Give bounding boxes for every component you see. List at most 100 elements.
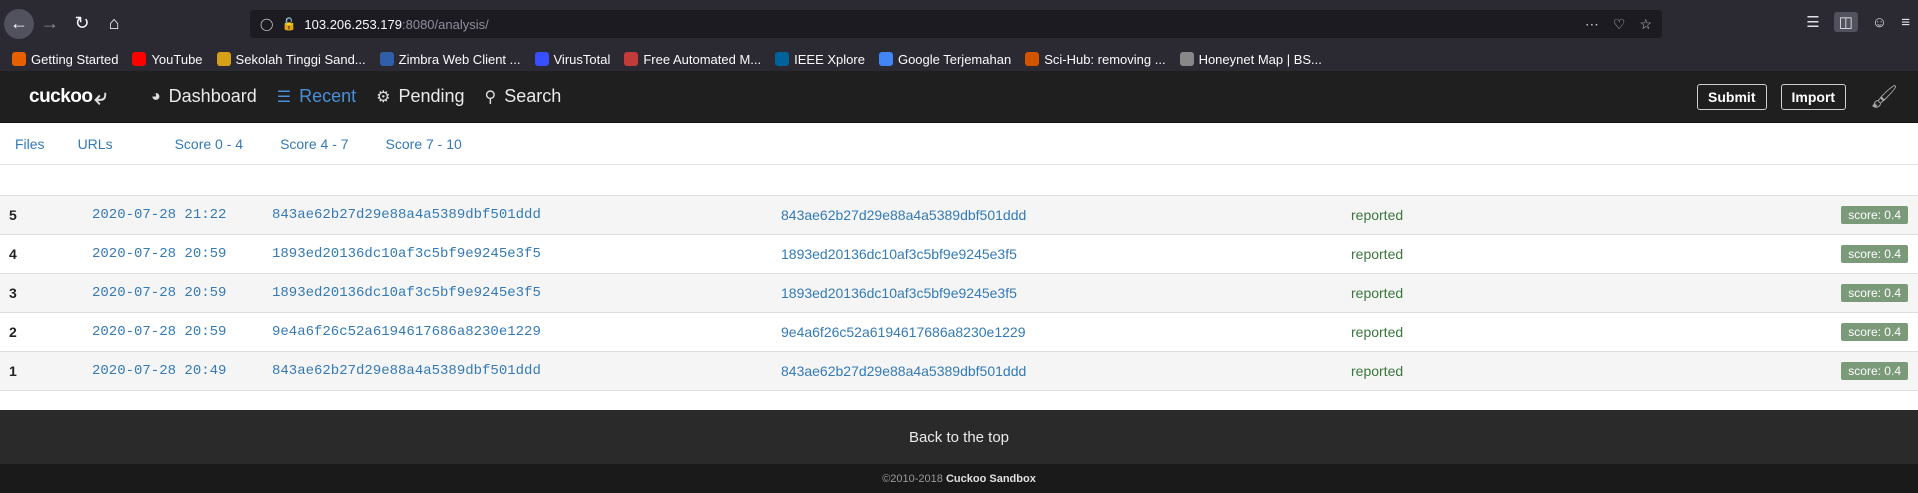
bookmark-favicon-icon bbox=[624, 52, 639, 66]
nav-label: Dashboard bbox=[168, 86, 257, 106]
row-target-link[interactable]: 1893ed20136dc10af3c5bf9e9245e3f5 bbox=[781, 285, 1017, 301]
list-icon: ☰ bbox=[276, 88, 292, 106]
bookmark-label: IEEE Xplore bbox=[794, 51, 865, 67]
bookmark-favicon-icon bbox=[1179, 52, 1194, 66]
bookmark-label: Sci-Hub: removing ... bbox=[1044, 51, 1166, 67]
table-row[interactable]: 5 2020-07-28 21:22 843ae62b27d29e88a4a5389… bbox=[0, 196, 1918, 235]
row-md5-link[interactable]: 1893ed20136dc10af3c5bf9e9245e3f5 bbox=[272, 285, 541, 301]
table-row[interactable]: 4 2020-07-28 20:59 1893ed20136dc10af3c5bf9… bbox=[0, 235, 1918, 274]
pocket-icon[interactable]: ♡ bbox=[1613, 16, 1626, 33]
row-status: reported bbox=[1351, 285, 1404, 301]
row-target-link[interactable]: 843ae62b27d29e88a4a5389dbf501ddd bbox=[781, 207, 1026, 223]
url-bar[interactable]: ◯ 🔓 103.206.253.179:8080/analysis/ ⋯ ♡ ☆ bbox=[250, 10, 1662, 38]
bookmark-item[interactable]: YouTube bbox=[132, 51, 203, 67]
insecure-lock-icon[interactable]: 🔓 bbox=[281, 17, 296, 31]
bookmark-item[interactable]: Sci-Hub: removing ... bbox=[1025, 51, 1166, 67]
bookmark-item[interactable]: Free Automated M... bbox=[624, 52, 761, 67]
row-status: reported bbox=[1351, 363, 1404, 379]
home-icon[interactable]: ⌂ bbox=[98, 8, 130, 40]
bookmark-label: YouTube bbox=[151, 51, 203, 67]
back-arrow-icon[interactable]: ← bbox=[4, 8, 34, 39]
sidebar-icon[interactable]: ◫ bbox=[1833, 12, 1858, 32]
filter-score-0-4[interactable]: Score 0 - 4 bbox=[175, 136, 243, 152]
table-row[interactable]: 3 2020-07-28 20:59 1893ed20136dc10af3c5bf9… bbox=[0, 274, 1918, 313]
score-badge: score: 0.4 bbox=[1841, 362, 1908, 380]
app-navbar: cuckoo ⤶ ◕ Dashboard ☰ Recent ⚙ Pending ⚲ Sea… bbox=[0, 71, 1918, 123]
reload-icon[interactable]: ↻ bbox=[66, 8, 98, 40]
bookmark-item[interactable]: Getting Started bbox=[12, 52, 118, 67]
account-icon[interactable]: ☺ bbox=[1872, 14, 1887, 31]
bookmark-item[interactable]: Honeynet Map | BS... bbox=[1179, 51, 1322, 67]
menu-icon[interactable]: ≡ bbox=[1901, 14, 1910, 31]
bird-icon: ⤶ bbox=[94, 83, 107, 109]
table-row[interactable]: 1 2020-07-28 20:49 843ae62b27d29e88a4a5389… bbox=[0, 352, 1918, 391]
row-md5-link[interactable]: 843ae62b27d29e88a4a5389dbf501ddd bbox=[272, 363, 541, 379]
nav-label: Pending bbox=[398, 86, 465, 106]
row-target-link[interactable]: 843ae62b27d29e88a4a5389dbf501ddd bbox=[781, 363, 1026, 379]
bookmark-label: Getting Started bbox=[31, 51, 119, 67]
bookmark-star-icon[interactable]: ☆ bbox=[1639, 16, 1652, 33]
nav-search[interactable]: ⚲ Search bbox=[485, 86, 562, 107]
row-date-link[interactable]: 2020-07-28 20:59 bbox=[92, 246, 226, 262]
bookmark-item[interactable]: IEEE Xplore bbox=[775, 52, 865, 67]
nav-dashboard[interactable]: ◕ Dashboard bbox=[151, 86, 257, 107]
score-badge: score: 0.4 bbox=[1841, 245, 1908, 263]
filter-urls[interactable]: URLs bbox=[78, 136, 113, 152]
nav-recent[interactable]: ☰ Recent bbox=[277, 86, 356, 107]
row-date-link[interactable]: 2020-07-28 20:49 bbox=[92, 363, 226, 379]
nav-pending[interactable]: ⚙ Pending bbox=[376, 86, 464, 107]
filter-score-4-7[interactable]: Score 4 - 7 bbox=[280, 136, 348, 152]
row-md5-link[interactable]: 843ae62b27d29e88a4a5389dbf501ddd bbox=[272, 207, 541, 223]
row-id: 4 bbox=[9, 246, 17, 262]
nav-label: Search bbox=[504, 86, 562, 106]
bookmark-item[interactable]: VirusTotal bbox=[534, 51, 611, 67]
submit-button[interactable]: Submit bbox=[1697, 84, 1767, 110]
copyright-brand: Cuckoo Sandbox bbox=[945, 472, 1036, 485]
filter-files[interactable]: Files bbox=[15, 136, 45, 152]
import-button[interactable]: Import bbox=[1780, 84, 1847, 110]
bookmark-favicon-icon bbox=[775, 52, 790, 66]
row-id: 1 bbox=[9, 363, 17, 379]
dashboard-icon: ◕ bbox=[151, 87, 161, 105]
row-date-link[interactable]: 2020-07-28 21:22 bbox=[92, 207, 226, 223]
row-target-link[interactable]: 9e4a6f26c52a6194617686a8230e1229 bbox=[781, 324, 1025, 340]
bookmark-label: VirusTotal bbox=[553, 51, 611, 67]
bookmark-item[interactable]: Google Terjemahan bbox=[878, 51, 1012, 67]
table-row[interactable]: 2 2020-07-28 20:59 9e4a6f26c52a6194617686a… bbox=[0, 313, 1918, 352]
filter-score-7-10[interactable]: Score 7 - 10 bbox=[386, 136, 462, 152]
row-date-link[interactable]: 2020-07-28 20:59 bbox=[92, 285, 226, 301]
row-md5-link[interactable]: 1893ed20136dc10af3c5bf9e9245e3f5 bbox=[272, 246, 541, 262]
library-icon[interactable]: ☰ bbox=[1806, 13, 1819, 31]
url-text[interactable]: 103.206.253.179:8080/analysis/ bbox=[304, 17, 488, 32]
row-md5-link[interactable]: 9e4a6f26c52a6194617686a8230e1229 bbox=[272, 324, 541, 340]
table-header-spacer bbox=[0, 165, 1918, 196]
brush-icon[interactable]: 🖌 bbox=[1870, 84, 1898, 110]
bookmark-label: Honeynet Map | BS... bbox=[1198, 51, 1322, 67]
url-host: 103.206.253.179 bbox=[304, 16, 402, 32]
cuckoo-logo[interactable]: cuckoo ⤶ bbox=[29, 84, 151, 110]
row-status: reported bbox=[1351, 246, 1404, 262]
score-badge: score: 0.4 bbox=[1841, 323, 1908, 341]
bookmark-item[interactable]: Zimbra Web Client ... bbox=[379, 52, 521, 67]
filter-bar: Files URLs Score 0 - 4 Score 4 - 7 Score… bbox=[0, 123, 1918, 165]
bookmarks-toolbar: Getting Started YouTube Sekolah Tinggi San… bbox=[0, 47, 1918, 71]
row-id: 3 bbox=[9, 285, 17, 301]
bookmark-label: Free Automated M... bbox=[643, 51, 762, 67]
back-to-top-link[interactable]: Back to the top bbox=[909, 429, 1009, 446]
row-date-link[interactable]: 2020-07-28 20:59 bbox=[92, 324, 226, 340]
forward-arrow-icon[interactable]: → bbox=[34, 8, 66, 40]
url-path: :8080/analysis/ bbox=[402, 16, 489, 32]
bookmark-label: Google Terjemahan bbox=[897, 51, 1012, 67]
analysis-table: 5 2020-07-28 21:22 843ae62b27d29e88a4a5389… bbox=[0, 196, 1918, 391]
shield-icon[interactable]: ◯ bbox=[260, 17, 273, 31]
row-id: 5 bbox=[9, 207, 17, 223]
page-actions-icon[interactable]: ⋯ bbox=[1585, 16, 1599, 33]
bookmark-label: Sekolah Tinggi Sand... bbox=[235, 51, 366, 67]
row-target-link[interactable]: 1893ed20136dc10af3c5bf9e9245e3f5 bbox=[781, 246, 1017, 262]
bookmark-item[interactable]: Sekolah Tinggi Sand... bbox=[216, 51, 366, 67]
row-status: reported bbox=[1351, 207, 1404, 223]
copyright-text: ©2010-2018 bbox=[882, 472, 943, 485]
footer: Back to the top bbox=[0, 410, 1918, 464]
row-id: 2 bbox=[9, 324, 17, 340]
row-status: reported bbox=[1351, 324, 1404, 340]
